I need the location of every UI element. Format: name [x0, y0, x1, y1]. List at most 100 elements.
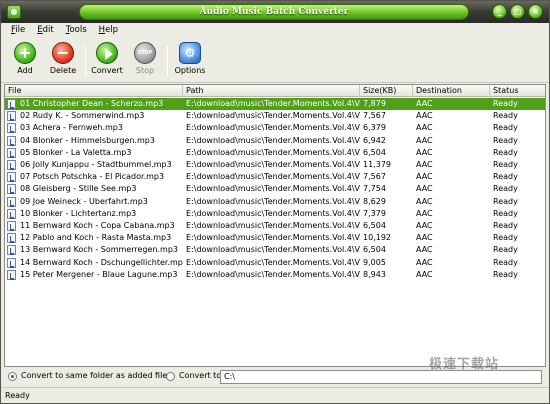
- same-folder-label: Convert to same folder as added file: [21, 371, 168, 380]
- menu-bar: File Edit Tools Help: [1, 23, 549, 39]
- same-folder-radio[interactable]: [8, 372, 17, 381]
- minimize-button[interactable]: _: [492, 4, 507, 19]
- app-window: Audio Music Batch Converter _ □ × File E…: [0, 0, 550, 404]
- cell-format: AAC: [416, 123, 433, 133]
- menu-help[interactable]: Help: [93, 23, 124, 39]
- column-size[interactable]: Size(KB): [360, 85, 413, 97]
- table-row[interactable]: 02 Rudy K. - Sommerwind.mp3 E:\download\m…: [5, 110, 545, 122]
- cell-size: 6,504: [363, 245, 386, 255]
- cell-format: AAC: [416, 196, 433, 206]
- cell-file: 07 Potsch Potschka - El Picador.mp3: [20, 172, 165, 182]
- cell-status: Ready: [493, 123, 518, 133]
- audio-file-icon: [7, 123, 16, 134]
- cell-status: Ready: [493, 233, 518, 243]
- convert-to-label: Convert to: [179, 371, 222, 380]
- column-destination-format[interactable]: Destination Format: [413, 85, 490, 106]
- table-row[interactable]: 01 Christopher Dean - Scherzo.mp3 E:\down…: [5, 98, 545, 111]
- convert-to-radio[interactable]: [166, 372, 175, 381]
- stop-button[interactable]: STOP Stop: [123, 41, 167, 81]
- audio-file-icon: [7, 221, 16, 231]
- menu-tools[interactable]: Tools: [60, 23, 93, 39]
- maximize-button[interactable]: □: [510, 4, 525, 19]
- table-row[interactable]: 13 Bernward Koch - Sommerregen.mp3 E:\dow…: [5, 244, 545, 256]
- list-header: File Path Size(KB) Destination Format St…: [5, 85, 545, 106]
- cell-format: AAC: [416, 245, 433, 255]
- toolbar: + Add − Delete Convert STOP Stop ⚙ Optio…: [1, 39, 549, 83]
- close-button[interactable]: ×: [528, 4, 543, 19]
- cell-size: 6,504: [363, 221, 386, 230]
- cell-format: AAC: [416, 208, 433, 218]
- table-row[interactable]: 08 Gleisberg - Stille See.mp3 E:\download…: [5, 183, 545, 195]
- column-file[interactable]: File: [5, 85, 183, 97]
- cell-path: E:\download\music\Tender.Moments.Vol.4\V…: [186, 184, 360, 194]
- cell-file: 01 Christopher Dean - Scherzo.mp3: [20, 99, 164, 108]
- table-row[interactable]: 03 Achera - Fernweh.mp3 E:\download\music…: [5, 122, 545, 134]
- cell-format: AAC: [416, 257, 433, 267]
- audio-file-icon: [7, 257, 16, 268]
- cell-size: 6,504: [363, 147, 386, 157]
- audio-file-icon: [7, 111, 16, 122]
- cell-file: 02 Rudy K. - Sommerwind.mp3: [20, 111, 145, 121]
- cell-status: Ready: [493, 221, 518, 230]
- options-button[interactable]: ⚙ Options: [168, 41, 212, 81]
- cell-format: AAC: [416, 160, 433, 169]
- cell-path: E:\download\music\Tender.Moments.Vol.4\V…: [186, 208, 360, 218]
- app-icon: [7, 5, 21, 19]
- cell-path: E:\download\music\Tender.Moments.Vol.4\V…: [186, 196, 360, 206]
- menu-file[interactable]: File: [5, 23, 31, 39]
- title-bar[interactable]: Audio Music Batch Converter _ □ ×: [1, 1, 549, 23]
- cell-file: 03 Achera - Fernweh.mp3: [20, 123, 123, 133]
- options-icon: ⚙: [179, 42, 201, 64]
- cell-path: E:\download\music\Tender.Moments.Vol.4\V…: [186, 147, 360, 157]
- minus-icon: −: [52, 42, 74, 64]
- cell-path: E:\download\music\Tender.Moments.Vol.4\V…: [186, 99, 360, 108]
- audio-file-icon: [7, 208, 16, 219]
- column-status[interactable]: Status: [490, 85, 545, 97]
- table-row[interactable]: 15 Peter Mergener - Blaue Lagune.mp3 E:\d…: [5, 269, 545, 281]
- table-row[interactable]: 10 Blonker - Lichtertanz.mp3 E:\download\…: [5, 208, 545, 220]
- cell-path: E:\download\music\Tender.Moments.Vol.4\V…: [186, 111, 360, 121]
- plus-icon: +: [14, 42, 36, 64]
- table-row[interactable]: 05 Blonker - La Valetta.mp3 E:\download\m…: [5, 147, 545, 159]
- cell-size: 7,879: [363, 99, 386, 108]
- cell-format: AAC: [416, 99, 433, 108]
- cell-file: 08 Gleisberg - Stille See.mp3: [20, 184, 137, 194]
- cell-status: Ready: [493, 269, 518, 279]
- cell-size: 10,192: [363, 233, 391, 243]
- cell-status: Ready: [493, 160, 518, 169]
- status-text: Ready: [5, 391, 30, 400]
- close-icon: ×: [532, 7, 539, 16]
- cell-size: 7,754: [363, 184, 386, 194]
- audio-file-icon: [7, 233, 16, 244]
- cell-status: Ready: [493, 111, 518, 121]
- cell-status: Ready: [493, 172, 518, 182]
- column-path[interactable]: Path: [183, 85, 360, 97]
- cell-file: 14 Bernward Koch - Dschungellichter.mp3: [20, 257, 183, 267]
- table-row[interactable]: 14 Bernward Koch - Dschungellichter.mp3 E…: [5, 257, 545, 269]
- table-row[interactable]: 09 Joe Weineck - Uberfahrt.mp3 E:\downloa…: [5, 196, 545, 208]
- audio-file-icon: [7, 172, 16, 183]
- cell-status: Ready: [493, 184, 518, 194]
- table-row[interactable]: 11 Bernward Koch - Copa Cabana.mp3 E:\dow…: [5, 220, 545, 232]
- output-path-input[interactable]: C:\: [220, 370, 542, 384]
- cell-file: 10 Blonker - Lichtertanz.mp3: [20, 208, 137, 218]
- cell-size: 7,567: [363, 111, 386, 121]
- cell-file: 04 Blonker - Himmelsburgen.mp3: [20, 135, 155, 145]
- cell-size: 6,942: [363, 135, 386, 145]
- menu-edit[interactable]: Edit: [31, 23, 59, 39]
- audio-file-icon: [7, 196, 16, 207]
- table-row[interactable]: 06 Jolly Kunjappu - Stadtbummel.mp3 E:\do…: [5, 159, 545, 171]
- audio-file-icon: [7, 245, 16, 256]
- cell-format: AAC: [416, 184, 433, 194]
- table-row[interactable]: 12 Pablo and Koch - Rasta Masta.mp3 E:\do…: [5, 232, 545, 244]
- file-list[interactable]: File Path Size(KB) Destination Format St…: [4, 84, 546, 367]
- cell-file: 09 Joe Weineck - Uberfahrt.mp3: [20, 196, 148, 206]
- cell-format: AAC: [416, 135, 433, 145]
- audio-file-icon: [7, 99, 16, 109]
- cell-size: 8,629: [363, 196, 386, 206]
- delete-button[interactable]: − Delete: [41, 41, 85, 81]
- cell-status: Ready: [493, 135, 518, 145]
- cell-file: 06 Jolly Kunjappu - Stadtbummel.mp3: [20, 160, 172, 169]
- table-row[interactable]: 04 Blonker - Himmelsburgen.mp3 E:\downloa…: [5, 135, 545, 147]
- table-row[interactable]: 07 Potsch Potschka - El Picador.mp3 E:\do…: [5, 171, 545, 183]
